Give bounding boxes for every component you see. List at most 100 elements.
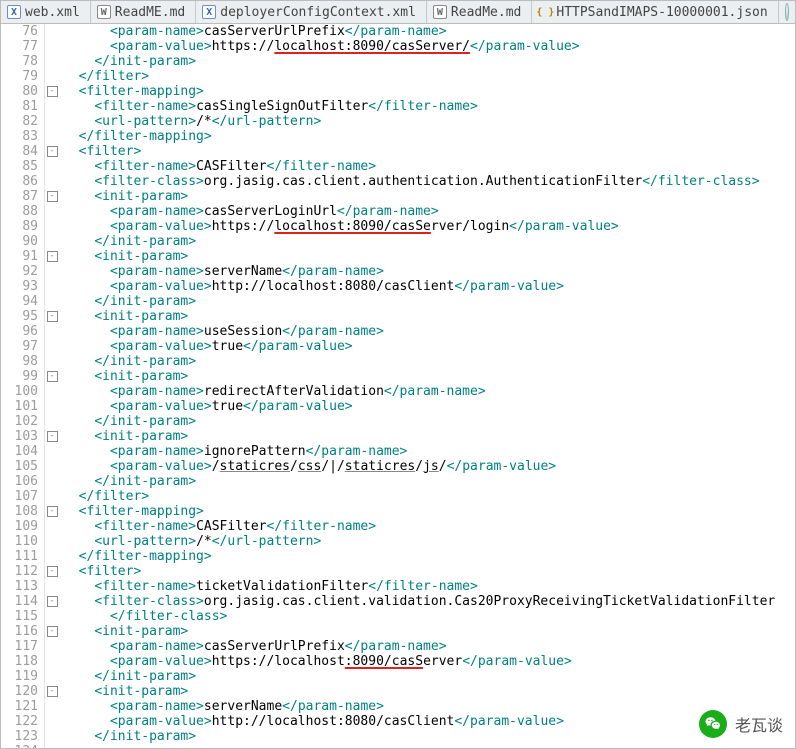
fold-marker[interactable]: - bbox=[45, 504, 59, 519]
code-line[interactable]: <param-value>http://localhost:8080/casCl… bbox=[63, 279, 795, 294]
line-number: 96 bbox=[1, 324, 38, 339]
code-line[interactable]: <filter-mapping> bbox=[63, 504, 795, 519]
fold-marker bbox=[45, 24, 59, 39]
line-number: 83 bbox=[1, 129, 38, 144]
collapse-icon[interactable]: - bbox=[47, 566, 58, 577]
code-line[interactable]: <param-value>true</param-value> bbox=[63, 399, 795, 414]
code-line[interactable]: <filter-name>casSingleSignOutFilter</fil… bbox=[63, 99, 795, 114]
code-line[interactable]: <param-value>https://localhost:8090/casS… bbox=[63, 39, 795, 54]
code-line[interactable]: <param-value>true</param-value> bbox=[63, 339, 795, 354]
collapse-icon[interactable]: - bbox=[47, 251, 58, 262]
wechat-icon bbox=[699, 710, 727, 738]
code-line[interactable]: <filter-mapping> bbox=[63, 84, 795, 99]
collapse-icon[interactable]: - bbox=[47, 431, 58, 442]
line-number: 80 bbox=[1, 84, 38, 99]
fold-marker bbox=[45, 414, 59, 429]
collapse-icon[interactable]: - bbox=[47, 596, 58, 607]
code-line[interactable]: <param-name>casServerUrlPrefix</param-na… bbox=[63, 639, 795, 654]
code-line[interactable]: </init-param> bbox=[63, 729, 795, 744]
code-line[interactable]: <filter> bbox=[63, 144, 795, 159]
fold-marker bbox=[45, 39, 59, 54]
code-line[interactable]: </init-param> bbox=[63, 234, 795, 249]
fold-marker[interactable]: - bbox=[45, 189, 59, 204]
collapse-icon[interactable]: - bbox=[47, 686, 58, 697]
code-line[interactable]: <init-param> bbox=[63, 189, 795, 204]
code-area[interactable]: <param-name>casServerUrlPrefix</param-na… bbox=[59, 24, 795, 748]
code-line[interactable]: <param-name>casServerUrlPrefix</param-na… bbox=[63, 24, 795, 39]
code-editor[interactable]: 7677787980818283848586878889909192939495… bbox=[1, 24, 795, 748]
code-line[interactable]: </filter> bbox=[63, 69, 795, 84]
code-line[interactable]: <param-name>serverName</param-name> bbox=[63, 699, 795, 714]
collapse-icon[interactable]: - bbox=[47, 146, 58, 157]
code-line[interactable]: <init-param> bbox=[63, 249, 795, 264]
tab-2[interactable]: XdeployerConfigContext.xml bbox=[196, 1, 427, 23]
code-line[interactable]: </filter-class> bbox=[63, 609, 795, 624]
code-line[interactable]: <param-name>ignorePattern</param-name> bbox=[63, 444, 795, 459]
collapse-icon[interactable]: - bbox=[47, 311, 58, 322]
code-line[interactable]: <param-value>https://localhost:8090/casS… bbox=[63, 219, 795, 234]
code-line[interactable]: <init-param> bbox=[63, 369, 795, 384]
collapse-icon[interactable]: - bbox=[47, 86, 58, 97]
code-line[interactable]: <init-param> bbox=[63, 624, 795, 639]
code-line[interactable]: </filter> bbox=[63, 489, 795, 504]
globe-icon[interactable] bbox=[785, 3, 789, 21]
line-number: 77 bbox=[1, 39, 38, 54]
code-line[interactable]: <filter-class>org.jasig.cas.client.valid… bbox=[63, 594, 795, 609]
code-line[interactable]: <param-value>http://localhost:8080/casCl… bbox=[63, 714, 795, 729]
line-number: 91 bbox=[1, 249, 38, 264]
fold-marker[interactable]: - bbox=[45, 564, 59, 579]
fold-marker[interactable]: - bbox=[45, 594, 59, 609]
collapse-icon[interactable]: - bbox=[47, 191, 58, 202]
code-line[interactable]: <param-name>useSession</param-name> bbox=[63, 324, 795, 339]
code-line[interactable]: </init-param> bbox=[63, 294, 795, 309]
code-line[interactable]: <param-value>/staticres/css/|/staticres/… bbox=[63, 459, 795, 474]
line-number: 86 bbox=[1, 174, 38, 189]
tab-1[interactable]: WReadME.md bbox=[91, 1, 196, 23]
code-line[interactable]: <param-name>casServerLoginUrl</param-nam… bbox=[63, 204, 795, 219]
code-line[interactable]: </init-param> bbox=[63, 54, 795, 69]
code-line[interactable]: </init-param> bbox=[63, 474, 795, 489]
code-line[interactable]: <filter-name>ticketValidationFilter</fil… bbox=[63, 579, 795, 594]
collapse-icon[interactable]: - bbox=[47, 506, 58, 517]
fold-marker[interactable]: - bbox=[45, 249, 59, 264]
code-line[interactable]: <init-param> bbox=[63, 684, 795, 699]
tab-3[interactable]: WReadMe.md bbox=[427, 1, 532, 23]
line-number: 123 bbox=[1, 729, 38, 744]
code-line[interactable]: <param-name>redirectAfterValidation</par… bbox=[63, 384, 795, 399]
collapse-icon[interactable]: - bbox=[47, 371, 58, 382]
fold-marker[interactable]: - bbox=[45, 684, 59, 699]
code-line[interactable] bbox=[63, 744, 795, 748]
line-number: 97 bbox=[1, 339, 38, 354]
line-number: 102 bbox=[1, 414, 38, 429]
fold-marker[interactable]: - bbox=[45, 84, 59, 99]
code-line[interactable]: </init-param> bbox=[63, 414, 795, 429]
line-number: 108 bbox=[1, 504, 38, 519]
code-line[interactable]: <init-param> bbox=[63, 309, 795, 324]
fold-marker bbox=[45, 99, 59, 114]
code-line[interactable]: <url-pattern>/*</url-pattern> bbox=[63, 114, 795, 129]
code-line[interactable]: <param-name>serverName</param-name> bbox=[63, 264, 795, 279]
tab-0[interactable]: Xweb.xml bbox=[1, 1, 91, 23]
fold-marker[interactable]: - bbox=[45, 309, 59, 324]
fold-marker bbox=[45, 339, 59, 354]
code-line[interactable]: <url-pattern>/*</url-pattern> bbox=[63, 534, 795, 549]
fold-marker bbox=[45, 729, 59, 744]
fold-marker bbox=[45, 279, 59, 294]
fold-marker[interactable]: - bbox=[45, 429, 59, 444]
code-line[interactable]: <filter> bbox=[63, 564, 795, 579]
code-line[interactable]: <param-value>https://localhost:8090/casS… bbox=[63, 654, 795, 669]
code-line[interactable]: <filter-name>CASFilter</filter-name> bbox=[63, 159, 795, 174]
code-line[interactable]: </filter-mapping> bbox=[63, 549, 795, 564]
code-line[interactable]: </filter-mapping> bbox=[63, 129, 795, 144]
tab-4[interactable]: { }HTTPSandIMAPS-10000001.json bbox=[532, 1, 778, 23]
code-line[interactable]: <init-param> bbox=[63, 429, 795, 444]
xml-file-icon: X bbox=[202, 5, 216, 19]
fold-marker[interactable]: - bbox=[45, 144, 59, 159]
fold-marker[interactable]: - bbox=[45, 624, 59, 639]
fold-marker[interactable]: - bbox=[45, 369, 59, 384]
code-line[interactable]: <filter-class>org.jasig.cas.client.authe… bbox=[63, 174, 795, 189]
code-line[interactable]: </init-param> bbox=[63, 669, 795, 684]
code-line[interactable]: <filter-name>CASFilter</filter-name> bbox=[63, 519, 795, 534]
collapse-icon[interactable]: - bbox=[47, 626, 58, 637]
code-line[interactable]: </init-param> bbox=[63, 354, 795, 369]
